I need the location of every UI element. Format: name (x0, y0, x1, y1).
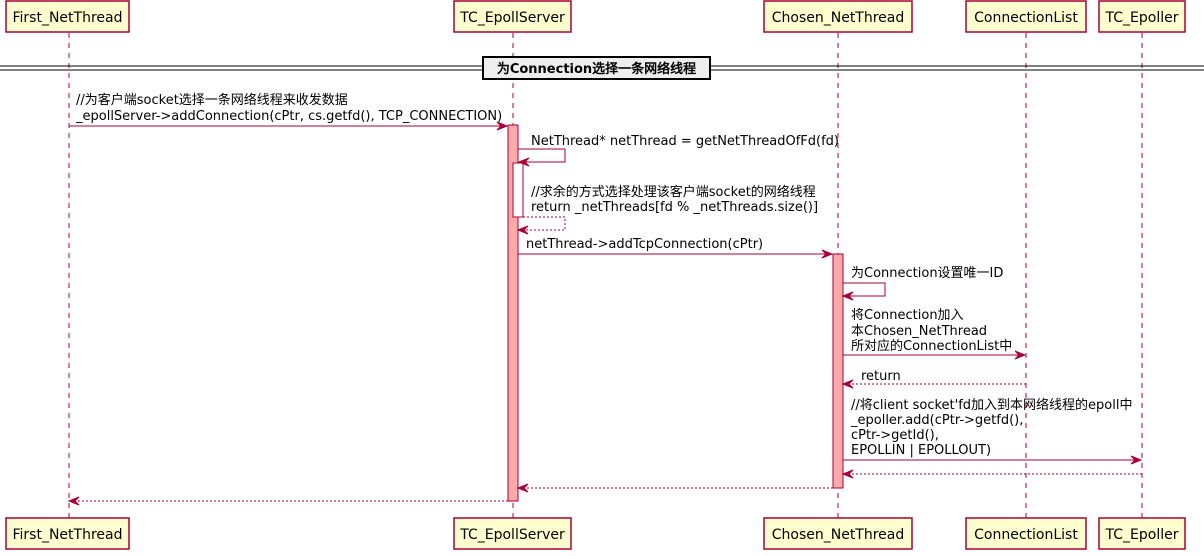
message-add-connection: //为客户端socket选择一条网络线程来收发数据 _epollServer->… (69, 92, 509, 131)
message-epoller-add: //将client socket'fd加入到本网络线程的epoll中 _epol… (843, 397, 1143, 465)
message-label-line: 所对应的ConnectionList中 (851, 338, 1012, 354)
message-get-netthread-of-fd: NetThread* netThread = getNetThreadOfFd(… (517, 134, 839, 167)
message-label-line: //将client socket'fd加入到本网络线程的epoll中 (851, 397, 1132, 413)
message-label-line: return _netThreads[fd % _netThreads.size… (531, 200, 818, 215)
participant-label: Chosen_NetThread (772, 527, 905, 543)
participant-connectionlist-top: ConnectionList (965, 0, 1087, 33)
participant-label: First_NetThread (13, 10, 123, 26)
message-label-line: 将Connection加入 (851, 308, 964, 323)
arrowhead (516, 483, 529, 493)
message-return-from-connectionlist: return (841, 369, 1026, 389)
message-arrow-line (520, 216, 566, 231)
message-label-line: _epoller.add(cPtr->getfd(), (850, 413, 1023, 428)
message-return-to-first-netthread (67, 496, 508, 506)
participant-first-netthread-bottom: First_NetThread (5, 517, 130, 550)
message-label-line: netThread->addTcpConnection(cPtr) (526, 237, 763, 252)
participant-tc-epoller-bottom: TC_Epoller (1098, 517, 1186, 550)
message-add-to-connectionlist: 将Connection加入 本Chosen_NetThread 所对应的Conn… (843, 308, 1027, 360)
message-return-to-epollserver (516, 483, 833, 493)
group-divider: 为Connection选择一条网络线程 (0, 56, 1204, 80)
participant-label: TC_EpollServer (459, 527, 565, 543)
message-set-unique-id: 为Connection设置唯一ID (841, 266, 1003, 301)
message-return-netthreads: //求余的方式选择处理该客户端socket的网络线程 return _netTh… (516, 184, 818, 235)
arrowhead (67, 496, 80, 506)
participant-label: ConnectionList (974, 10, 1078, 26)
participant-label: TC_Epoller (1105, 527, 1179, 543)
participant-connectionlist-bottom: ConnectionList (965, 517, 1087, 550)
participant-tc-epoller-top: TC_Epoller (1098, 0, 1186, 33)
participant-tc-epollserver-bottom: TC_EpollServer (453, 517, 572, 550)
message-add-tcp-connection: netThread->addTcpConnection(cPtr) (518, 237, 834, 259)
participant-label: ConnectionList (974, 527, 1078, 543)
participant-label: TC_EpollServer (459, 10, 565, 26)
activation-chosen-netthread (832, 253, 844, 489)
participant-tc-epollserver-top: TC_EpollServer (453, 0, 572, 33)
message-label-line: _epollServer->addConnection(cPtr, cs.get… (75, 109, 502, 124)
participant-label: Chosen_NetThread (772, 10, 905, 26)
participant-label: TC_Epoller (1105, 10, 1179, 26)
message-label-line: //为客户端socket选择一条网络线程来收发数据 (76, 92, 348, 108)
message-label-line: NetThread* netThread = getNetThreadOfFd(… (531, 134, 839, 149)
participant-label: First_NetThread (13, 527, 123, 543)
activation-tc-epollserver-nested (512, 162, 524, 218)
participant-chosen-netthread-top: Chosen_NetThread (763, 0, 913, 33)
message-return-from-epoller (841, 469, 1142, 479)
message-label-line: 本Chosen_NetThread (851, 324, 987, 339)
message-label-line: cPtr->getId(), (851, 428, 939, 443)
divider-label: 为Connection选择一条网络线程 (497, 61, 696, 77)
participant-chosen-netthread-bottom: Chosen_NetThread (763, 517, 913, 550)
arrowhead (841, 469, 854, 479)
message-label-line: //求余的方式选择处理该客户端socket的网络线程 (531, 184, 816, 200)
message-label-line: EPOLLIN | EPOLLOUT) (851, 443, 991, 458)
message-label-line: 为Connection设置唯一ID (851, 266, 1003, 281)
sequence-diagram: First_NetThread TC_EpollServer Chosen_Ne… (0, 0, 1204, 550)
message-label-line: return (861, 369, 901, 384)
participant-first-netthread-top: First_NetThread (5, 0, 130, 33)
arrowhead (841, 379, 854, 389)
